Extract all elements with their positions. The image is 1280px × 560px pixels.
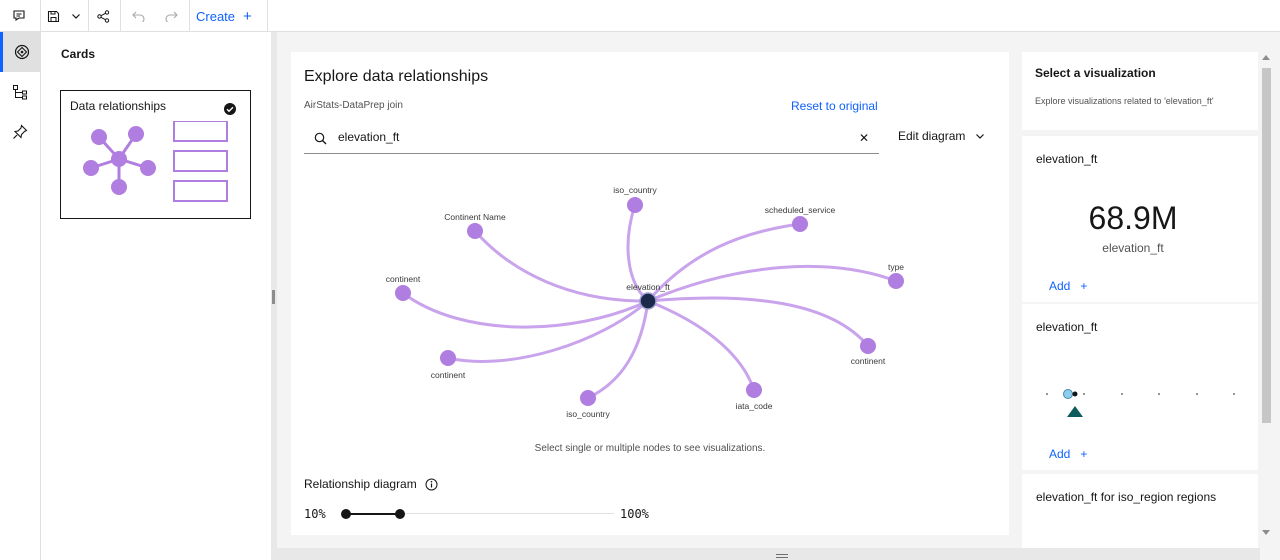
search-input[interactable]: elevation_ft: [338, 130, 399, 144]
graph-node[interactable]: [467, 223, 483, 239]
node-label: iso_country: [613, 185, 657, 195]
node-label: continent: [386, 274, 421, 284]
graph-node[interactable]: [860, 338, 876, 354]
graph-node[interactable]: [888, 273, 904, 289]
toolbar-divider: [189, 0, 190, 32]
explore-title: Explore data relationships: [304, 68, 489, 85]
add-label: Add: [1049, 447, 1071, 461]
slider-min-handle[interactable]: [341, 509, 351, 519]
chevron-down-icon[interactable]: [64, 0, 88, 32]
toolbar-divider: [267, 0, 268, 32]
visualization-panel: Select a visualization Explore visualiza…: [1022, 52, 1258, 560]
cards-panel-title: Cards: [61, 47, 96, 61]
info-icon[interactable]: [425, 478, 438, 491]
save-icon[interactable]: [40, 0, 66, 32]
explore-icon: [14, 44, 29, 60]
toolbar: Create +: [0, 0, 1280, 32]
node-label: Continent Name: [444, 212, 506, 222]
chevron-down-icon: [976, 134, 985, 139]
redo-icon[interactable]: [156, 0, 186, 32]
card-title: elevation_ft: [1036, 320, 1098, 334]
edit-diagram-dropdown[interactable]: Edit diagram: [898, 129, 985, 143]
share-icon[interactable]: [88, 0, 118, 32]
search-icon: [314, 132, 327, 145]
kpi-label: elevation_ft: [1102, 241, 1164, 255]
close-icon[interactable]: ✕: [859, 131, 869, 145]
pin-icon: [13, 124, 28, 139]
graph-node[interactable]: [395, 285, 411, 301]
relationship-diagram-label: Relationship diagram: [304, 477, 438, 491]
checkmark-icon: [224, 103, 236, 115]
distribution-chart: [1046, 389, 1235, 417]
graph-node[interactable]: [580, 390, 596, 406]
slider-max-handle[interactable]: [395, 509, 405, 519]
center-node-label: elevation_ft: [626, 282, 670, 292]
relationship-graph[interactable]: iso_country scheduled_service Continent …: [291, 162, 1009, 442]
node-label: continent: [851, 356, 886, 366]
edit-diagram-label: Edit diagram: [898, 129, 966, 143]
card-label: Data relationships: [70, 99, 167, 113]
panel-splitter[interactable]: [271, 32, 277, 560]
rail-explore-button[interactable]: [0, 32, 40, 72]
cards-panel: Cards Data relationships: [41, 32, 271, 560]
visualization-header: Select a visualization Explore visualiza…: [1022, 52, 1258, 130]
graph-node[interactable]: [746, 382, 762, 398]
explore-panel: Explore data relationships AirStats-Data…: [291, 52, 1009, 535]
bottom-resize-handle[interactable]: [776, 554, 788, 558]
node-label: iso_country: [566, 409, 610, 419]
reset-to-original-link[interactable]: Reset to original: [791, 99, 878, 113]
left-rail: [0, 32, 41, 560]
slider-min-label: 10%: [304, 507, 326, 521]
rail-hierarchy-button[interactable]: [0, 72, 40, 112]
node-label: iata_code: [736, 401, 773, 411]
graph-center-node[interactable]: [639, 292, 657, 310]
kpi-visualization-card[interactable]: elevation_ft 68.9M elevation_ft Add +: [1022, 136, 1258, 302]
card-title: elevation_ft for iso_region regions: [1036, 490, 1217, 504]
slider-max-label: 100%: [620, 507, 649, 521]
graph-node[interactable]: [792, 216, 808, 232]
undo-icon[interactable]: [123, 0, 153, 32]
graph-node[interactable]: [627, 197, 643, 213]
relationship-label-text: Relationship diagram: [304, 477, 417, 491]
scroll-down-icon[interactable]: [1262, 530, 1270, 536]
kpi-value: 68.9M: [1088, 200, 1178, 236]
node-label: type: [888, 262, 904, 272]
splitter-handle[interactable]: [272, 290, 275, 304]
scroll-up-icon[interactable]: [1262, 54, 1270, 60]
graph-node[interactable]: [440, 350, 456, 366]
add-button[interactable]: Add +: [1049, 447, 1087, 461]
card-title: elevation_ft: [1036, 152, 1098, 166]
add-icon: +: [1080, 279, 1088, 293]
distribution-visualization-card[interactable]: elevation_ft Add +: [1022, 304, 1258, 470]
selection-hint: Select single or multiple nodes to see v…: [534, 443, 766, 454]
data-relationships-card[interactable]: Data relationships: [60, 90, 251, 219]
create-button[interactable]: Create +: [196, 0, 252, 32]
add-label: Add: [1049, 279, 1071, 293]
slider-fill: [346, 513, 400, 515]
add-icon: +: [243, 7, 252, 25]
data-source-label: AirStats-DataPrep join: [304, 100, 403, 111]
node-label: continent: [431, 370, 466, 380]
bottom-panel-bar: [277, 548, 1260, 560]
comment-icon[interactable]: [4, 0, 34, 32]
hierarchy-icon: [13, 85, 27, 100]
toolbar-divider: [120, 0, 121, 32]
add-button[interactable]: Add +: [1049, 279, 1087, 293]
search-field[interactable]: elevation_ft ✕: [304, 124, 879, 154]
scroll-thumb[interactable]: [1262, 68, 1271, 423]
create-label: Create: [196, 8, 236, 24]
node-label: scheduled_service: [765, 205, 836, 215]
add-icon: +: [1080, 447, 1088, 461]
visualization-panel-title: Select a visualization: [1035, 66, 1156, 80]
visualization-panel-subtitle: Explore visualizations related to 'eleva…: [1035, 96, 1214, 106]
relationship-diagram-thumbnail: [83, 121, 228, 202]
rail-pin-button[interactable]: [0, 112, 40, 152]
